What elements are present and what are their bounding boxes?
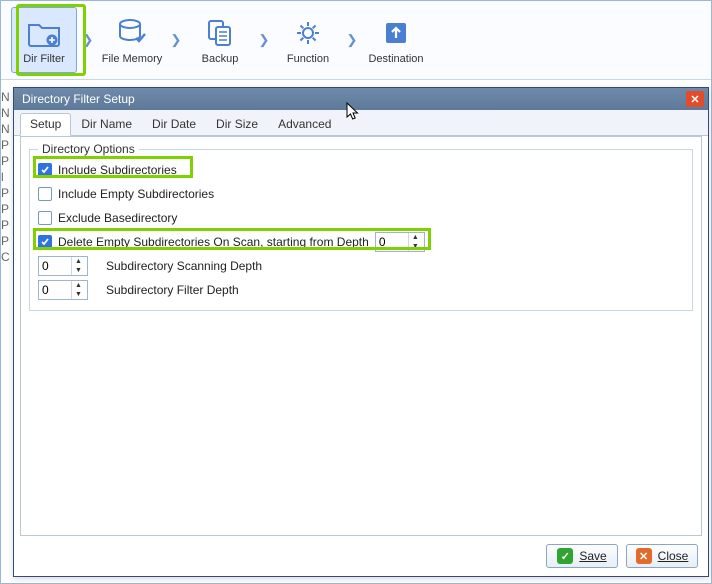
tab-dir-size[interactable]: Dir Size xyxy=(206,113,268,136)
setup-panel: Directory Options Include Subdirectories… xyxy=(20,136,702,536)
dialog-title: Directory Filter Setup xyxy=(22,92,686,106)
chevron-right-icon: ❯ xyxy=(255,7,273,73)
tab-setup[interactable]: Setup xyxy=(20,113,71,136)
label-scan-depth: Subdirectory Scanning Depth xyxy=(106,259,262,273)
row-delete-empty: Delete Empty Subdirectories On Scan, sta… xyxy=(38,230,684,254)
database-check-icon xyxy=(114,15,150,51)
spin-down-icon[interactable]: ▼ xyxy=(72,266,85,275)
tool-label: Function xyxy=(287,53,329,65)
tool-backup[interactable]: Backup xyxy=(187,7,253,73)
upload-icon xyxy=(378,15,414,51)
label-include-empty: Include Empty Subdirectories xyxy=(58,187,214,201)
close-label: Close xyxy=(658,549,689,563)
copy-icon xyxy=(202,15,238,51)
chevron-right-icon: ❯ xyxy=(343,7,361,73)
dialog-footer: ✓ Save ✕ Close xyxy=(546,544,698,568)
label-include-sub: Include Subdirectories xyxy=(58,163,177,177)
label-filter-depth: Subdirectory Filter Depth xyxy=(106,283,239,297)
tab-dir-name[interactable]: Dir Name xyxy=(71,113,142,136)
tool-label: Backup xyxy=(202,53,239,65)
checkbox-include-empty[interactable] xyxy=(38,187,52,201)
check-icon: ✓ xyxy=(557,548,573,564)
tool-file-memory[interactable]: File Memory xyxy=(99,7,165,73)
spinner-scan-depth[interactable]: ▲▼ xyxy=(38,256,88,276)
tool-label: Dir Filter xyxy=(23,53,65,65)
spin-down-icon[interactable]: ▼ xyxy=(72,290,85,299)
spinner-input[interactable] xyxy=(376,233,408,251)
tab-advanced[interactable]: Advanced xyxy=(268,113,341,136)
spin-down-icon[interactable]: ▼ xyxy=(409,242,422,251)
label-delete-empty: Delete Empty Subdirectories On Scan, sta… xyxy=(58,235,369,249)
checkbox-include-sub[interactable] xyxy=(38,163,52,177)
row-filter-depth: ▲▼ Subdirectory Filter Depth xyxy=(38,278,684,302)
tool-function[interactable]: Function xyxy=(275,7,341,73)
row-scan-depth: ▲▼ Subdirectory Scanning Depth xyxy=(38,254,684,278)
row-exclude-base: Exclude Basedirectory xyxy=(38,206,684,230)
chevron-right-icon: ❯ xyxy=(79,7,97,73)
tool-label: Destination xyxy=(368,53,423,65)
close-button[interactable]: ✕ Close xyxy=(626,544,698,568)
tool-destination[interactable]: Destination xyxy=(363,7,429,73)
tab-dir-date[interactable]: Dir Date xyxy=(142,113,206,136)
spinner-input[interactable] xyxy=(39,257,71,275)
label-exclude-base: Exclude Basedirectory xyxy=(58,211,177,225)
dialog-directory-filter-setup: Directory Filter Setup ✕ Setup Dir Name … xyxy=(13,87,709,577)
spin-up-icon[interactable]: ▲ xyxy=(72,257,85,266)
spinner-input[interactable] xyxy=(39,281,71,299)
spin-up-icon[interactable]: ▲ xyxy=(409,233,422,242)
tool-label: File Memory xyxy=(102,53,163,65)
folder-plus-icon xyxy=(26,15,62,51)
gear-icon xyxy=(290,15,326,51)
spin-up-icon[interactable]: ▲ xyxy=(72,281,85,290)
spinner-filter-depth[interactable]: ▲▼ xyxy=(38,280,88,300)
group-directory-options: Directory Options Include Subdirectories… xyxy=(29,149,693,311)
group-title: Directory Options xyxy=(38,142,139,156)
save-label: Save xyxy=(579,549,606,563)
x-icon: ✕ xyxy=(636,548,652,564)
titlebar: Directory Filter Setup ✕ xyxy=(14,88,708,110)
tabs: Setup Dir Name Dir Date Dir Size Advance… xyxy=(14,110,708,136)
save-button[interactable]: ✓ Save xyxy=(546,544,618,568)
row-include-sub: Include Subdirectories xyxy=(38,158,684,182)
close-icon[interactable]: ✕ xyxy=(686,91,704,107)
chevron-right-icon: ❯ xyxy=(167,7,185,73)
checkbox-delete-empty[interactable] xyxy=(38,235,52,249)
spinner-delete-depth[interactable]: ▲▼ xyxy=(375,232,425,252)
checkbox-exclude-base[interactable] xyxy=(38,211,52,225)
row-include-empty: Include Empty Subdirectories xyxy=(38,182,684,206)
toolbar: Dir Filter ❯ File Memory ❯ Backup ❯ Func… xyxy=(1,1,711,80)
tool-dir-filter[interactable]: Dir Filter xyxy=(11,7,77,73)
